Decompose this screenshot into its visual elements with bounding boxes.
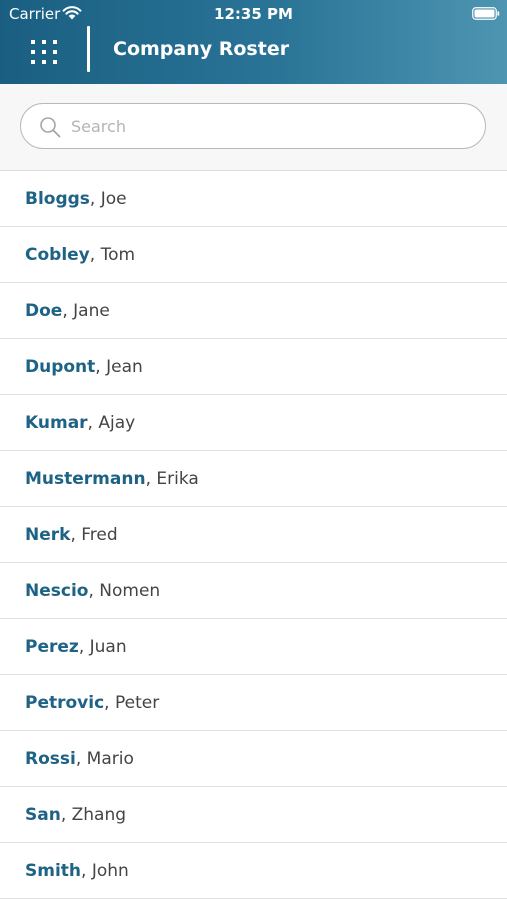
list-item[interactable]: Bloggs, Joe xyxy=(0,171,507,227)
first-name: Juan xyxy=(89,637,127,657)
grid-menu-icon xyxy=(31,40,57,64)
header: Carrier 12:35 PM Company Roster xyxy=(0,0,507,84)
contact-name: Perez, Juan xyxy=(25,636,127,658)
contact-name: San, Zhang xyxy=(25,804,126,826)
name-separator: , xyxy=(70,525,82,545)
list-item[interactable]: Nerk, Fred xyxy=(0,507,507,563)
list-item[interactable]: Petrovic, Peter xyxy=(0,675,507,731)
name-separator: , xyxy=(81,861,92,881)
first-name: Fred xyxy=(81,525,118,545)
list-item[interactable]: Dupont, Jean xyxy=(0,339,507,395)
search-field[interactable] xyxy=(20,103,486,149)
app-screen: Carrier 12:35 PM Company Roster Search B… xyxy=(0,0,507,900)
list-item[interactable]: Nescio, Nomen xyxy=(0,563,507,619)
status-bar: Carrier 12:35 PM xyxy=(0,0,507,28)
name-separator: , xyxy=(87,413,99,433)
contact-name: Cobley, Tom xyxy=(25,244,135,266)
last-name: Cobley xyxy=(25,245,90,265)
first-name: Jean xyxy=(106,357,143,377)
contact-name: Smith, John xyxy=(25,860,129,882)
last-name: Rossi xyxy=(25,749,76,769)
name-separator: , xyxy=(104,693,115,713)
list-item[interactable]: Mustermann, Erika xyxy=(0,451,507,507)
search-icon xyxy=(40,117,61,138)
last-name: Nerk xyxy=(25,525,71,545)
list-item[interactable]: Perez, Juan xyxy=(0,619,507,675)
list-item[interactable]: Kumar, Ajay xyxy=(0,395,507,451)
contact-name: Nerk, Fred xyxy=(25,524,118,546)
list-item[interactable]: Doe, Jane xyxy=(0,283,507,339)
first-name: John xyxy=(91,861,129,881)
contact-name: Doe, Jane xyxy=(25,300,110,322)
contact-name: Petrovic, Peter xyxy=(25,692,159,714)
first-name: Zhang xyxy=(71,805,127,825)
last-name: Doe xyxy=(25,301,63,321)
last-name: Kumar xyxy=(25,413,88,433)
last-name: San xyxy=(25,805,61,825)
last-name: Smith xyxy=(25,861,82,881)
name-separator: , xyxy=(89,189,101,209)
contact-name: Bloggs, Joe xyxy=(25,188,127,210)
first-name: Nomen xyxy=(99,581,161,601)
name-separator: , xyxy=(145,469,157,489)
last-name: Perez xyxy=(25,637,79,657)
name-separator: , xyxy=(75,749,87,769)
clock: 12:35 PM xyxy=(214,5,293,23)
nav-divider xyxy=(87,26,90,72)
search-input[interactable] xyxy=(71,104,471,148)
name-separator: , xyxy=(95,357,107,377)
last-name: Dupont xyxy=(25,357,96,377)
name-separator: , xyxy=(89,245,101,265)
search-bar-container xyxy=(0,84,507,171)
last-name: Mustermann xyxy=(25,469,146,489)
battery-icon xyxy=(472,7,500,20)
name-separator: , xyxy=(60,805,72,825)
first-name: Tom xyxy=(100,245,136,265)
contact-name: Mustermann, Erika xyxy=(25,468,199,490)
name-separator: , xyxy=(62,301,74,321)
name-separator: , xyxy=(88,581,100,601)
last-name: Petrovic xyxy=(25,693,105,713)
nav-bar: Company Roster xyxy=(0,26,507,84)
list-item[interactable]: Rossi, Mario xyxy=(0,731,507,787)
contact-name: Kumar, Ajay xyxy=(25,412,135,434)
name-separator: , xyxy=(78,637,90,657)
contact-name: Dupont, Jean xyxy=(25,356,143,378)
first-name: Mario xyxy=(86,749,134,769)
last-name: Bloggs xyxy=(25,189,90,209)
contact-name: Nescio, Nomen xyxy=(25,580,160,602)
page-title: Company Roster xyxy=(113,38,290,60)
last-name: Nescio xyxy=(25,581,89,601)
first-name: Joe xyxy=(100,189,127,209)
first-name: Jane xyxy=(73,301,110,321)
list-item[interactable]: San, Zhang xyxy=(0,787,507,843)
first-name: Ajay xyxy=(98,413,136,433)
first-name: Peter xyxy=(114,693,160,713)
roster-list: Bloggs, Joe Cobley, Tom Doe, Jane Dupont, J… xyxy=(0,171,507,899)
list-item[interactable]: Cobley, Tom xyxy=(0,227,507,283)
contact-name: Rossi, Mario xyxy=(25,748,134,770)
list-item[interactable]: Smith, John xyxy=(0,843,507,899)
app-grid-menu-button[interactable] xyxy=(24,32,64,72)
first-name: Erika xyxy=(156,469,199,489)
